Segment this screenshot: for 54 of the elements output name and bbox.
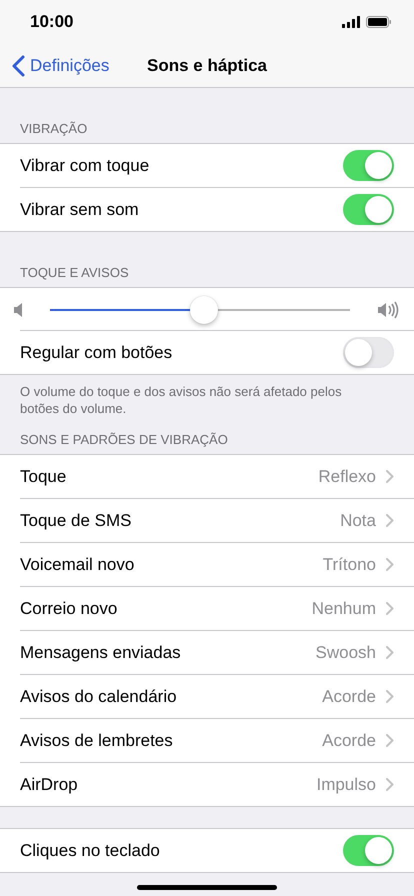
toggle-switch[interactable] <box>343 337 394 368</box>
row-value: Nenhum <box>312 598 376 618</box>
section-footer: O volume do toque e dos avisos não será afetado pelos botões do volume. <box>20 384 342 416</box>
chevron-right-icon <box>386 558 394 571</box>
chevron-right-icon <box>386 514 394 527</box>
slider-thumb[interactable] <box>190 296 218 324</box>
row-value: Acorde <box>322 686 376 706</box>
section-header: VIBRAÇÃO <box>20 121 88 136</box>
row-value: Reflexo <box>318 466 376 486</box>
toggle-switch[interactable] <box>343 194 394 225</box>
row-label: Toque de SMS <box>20 510 133 530</box>
speaker-low-icon <box>14 302 22 316</box>
row-label: Correio novo <box>20 598 118 618</box>
row-value: Swoosh <box>316 642 376 662</box>
row-label: Avisos do calendário <box>20 686 178 706</box>
settings-row[interactable]: Toque Reflexo <box>20 455 414 499</box>
chevron-left-icon <box>12 54 25 76</box>
row-value: Impulso <box>316 774 376 794</box>
chevron-right-icon <box>386 690 394 703</box>
signal-icon <box>342 16 361 28</box>
section-header: SONS E PADRÕES DE VIBRAÇÃO <box>20 432 228 447</box>
back-label: Definições <box>30 56 110 76</box>
chevron-right-icon <box>386 646 394 659</box>
settings-row[interactable]: Avisos de lembretes Acorde <box>20 719 414 763</box>
section-header: TOQUE E AVISOS <box>20 265 129 280</box>
settings-row[interactable]: Correio novo Nenhum <box>20 587 414 631</box>
nav-title: Sons e háptica <box>146 56 268 76</box>
row-label: Mensagens enviadas <box>20 642 182 662</box>
row-value: Acorde <box>322 730 376 750</box>
battery-icon <box>366 16 392 28</box>
row-label: Voicemail novo <box>20 554 136 574</box>
settings-row[interactable]: Mensagens enviadas Swoosh <box>20 631 414 675</box>
row-label: Regular com botões <box>20 342 174 362</box>
toggle-switch[interactable] <box>343 835 394 866</box>
row-label: Avisos de lembretes <box>20 730 174 750</box>
row-label: Cliques no teclado <box>20 840 161 860</box>
row-value: Trítono <box>322 554 376 574</box>
settings-row[interactable]: Avisos do calendário Acorde <box>20 675 414 719</box>
chevron-right-icon <box>386 602 394 615</box>
row-label: Vibrar com toque <box>20 156 150 176</box>
back-button[interactable]: Definições <box>0 54 110 76</box>
row-value: Nota <box>340 510 376 530</box>
settings-row[interactable]: Voicemail novo Trítono <box>20 543 414 587</box>
status-time: 10:00 <box>30 12 74 32</box>
row-label: Toque <box>20 466 68 486</box>
chevron-right-icon <box>386 778 394 791</box>
row-label: AirDrop <box>20 774 79 794</box>
chevron-right-icon <box>386 470 394 483</box>
settings-row[interactable]: Toque de SMS Nota <box>20 499 414 543</box>
speaker-high-icon <box>378 300 400 318</box>
settings-row[interactable]: AirDrop Impulso <box>20 763 414 806</box>
row-label: Vibrar sem som <box>20 200 140 220</box>
toggle-switch[interactable] <box>343 150 394 181</box>
chevron-right-icon <box>386 734 394 747</box>
